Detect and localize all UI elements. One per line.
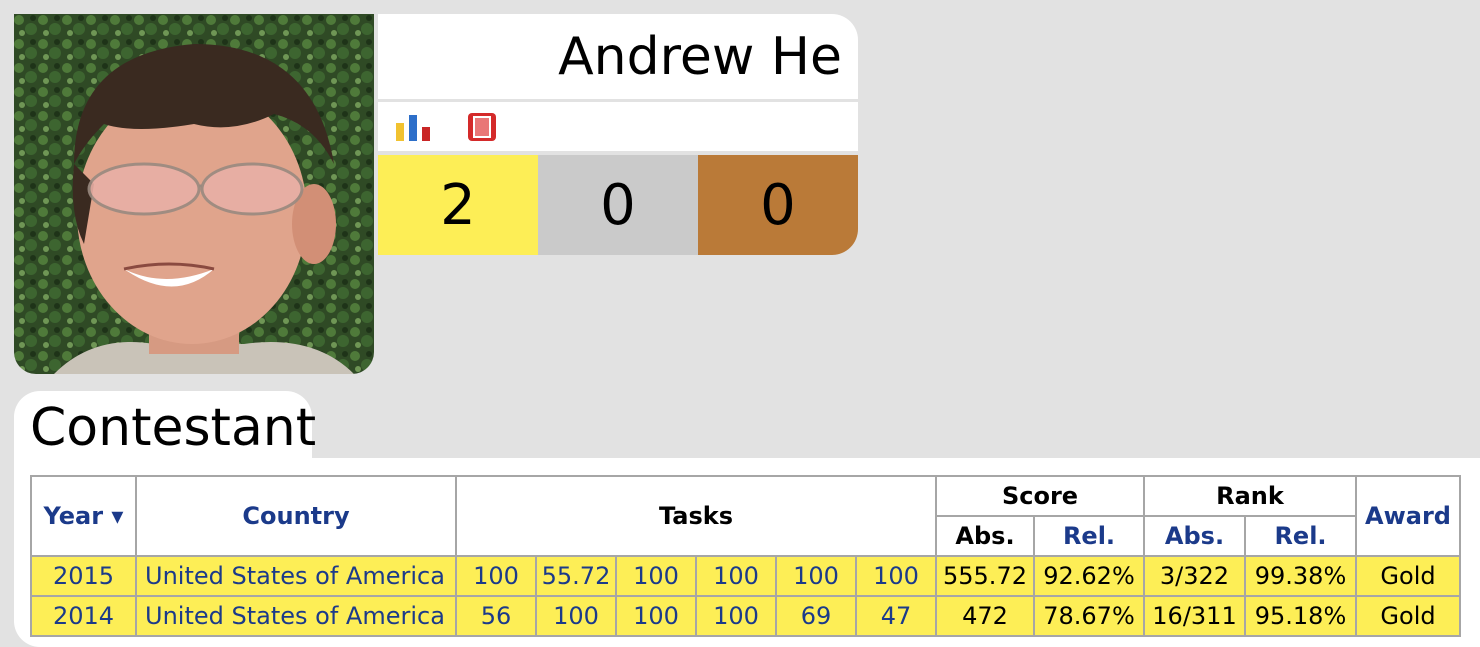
column-tasks: Tasks (455, 475, 937, 557)
task-score[interactable]: 100 (535, 595, 617, 637)
column-rank: Rank (1143, 475, 1357, 517)
medal-counts: 2 0 0 (378, 155, 858, 255)
column-score: Score (935, 475, 1145, 517)
score-rel: 78.67% (1033, 595, 1145, 637)
task-score[interactable]: 100 (855, 555, 937, 597)
column-rank-rel[interactable]: Rel. (1244, 515, 1357, 557)
book-icon[interactable] (466, 111, 498, 143)
section-title: Contestant (14, 391, 316, 466)
rank-rel: 95.18% (1244, 595, 1357, 637)
bronze-medal-count: 0 (698, 155, 858, 255)
score-rel: 92.62% (1033, 555, 1145, 597)
contestant-photo (14, 14, 374, 374)
rank-abs: 3/322 (1143, 555, 1246, 597)
rank-abs: 16/311 (1143, 595, 1246, 637)
results-table: Year ▾ Country Tasks Score Rank Award Ab… (30, 475, 1461, 637)
rank-rel: 99.38% (1244, 555, 1357, 597)
bar-chart-icon[interactable] (394, 113, 436, 141)
country-link[interactable]: United States of America (135, 555, 457, 597)
table-row: 2015 United States of America 100 55.72 … (30, 555, 1461, 597)
task-score[interactable]: 100 (695, 595, 777, 637)
country-link[interactable]: United States of America (135, 595, 457, 637)
column-score-abs: Abs. (935, 515, 1035, 557)
profile-links (378, 102, 858, 151)
score-abs: 555.72 (935, 555, 1035, 597)
task-score[interactable]: 100 (455, 555, 537, 597)
task-score[interactable]: 69 (775, 595, 857, 637)
task-score[interactable]: 55.72 (535, 555, 617, 597)
silver-medal-count: 0 (538, 155, 698, 255)
task-score[interactable]: 100 (775, 555, 857, 597)
column-country[interactable]: Country (135, 475, 457, 557)
task-score[interactable]: 100 (615, 555, 697, 597)
task-score[interactable]: 47 (855, 595, 937, 637)
task-score[interactable]: 56 (455, 595, 537, 637)
column-score-rel[interactable]: Rel. (1033, 515, 1145, 557)
score-abs: 472 (935, 595, 1035, 637)
award: Gold (1355, 595, 1461, 637)
gold-medal-count: 2 (378, 155, 538, 255)
table-row: 2014 United States of America 56 100 100… (30, 595, 1461, 637)
task-score[interactable]: 100 (615, 595, 697, 637)
award: Gold (1355, 555, 1461, 597)
year-link[interactable]: 2014 (30, 595, 137, 637)
contestant-name: Andrew He (378, 14, 858, 99)
column-rank-abs[interactable]: Abs. (1143, 515, 1246, 557)
column-year[interactable]: Year ▾ (30, 475, 137, 557)
column-award[interactable]: Award (1355, 475, 1461, 557)
year-link[interactable]: 2015 (30, 555, 137, 597)
task-score[interactable]: 100 (695, 555, 777, 597)
profile-card: Andrew He 2 0 0 (378, 14, 858, 255)
